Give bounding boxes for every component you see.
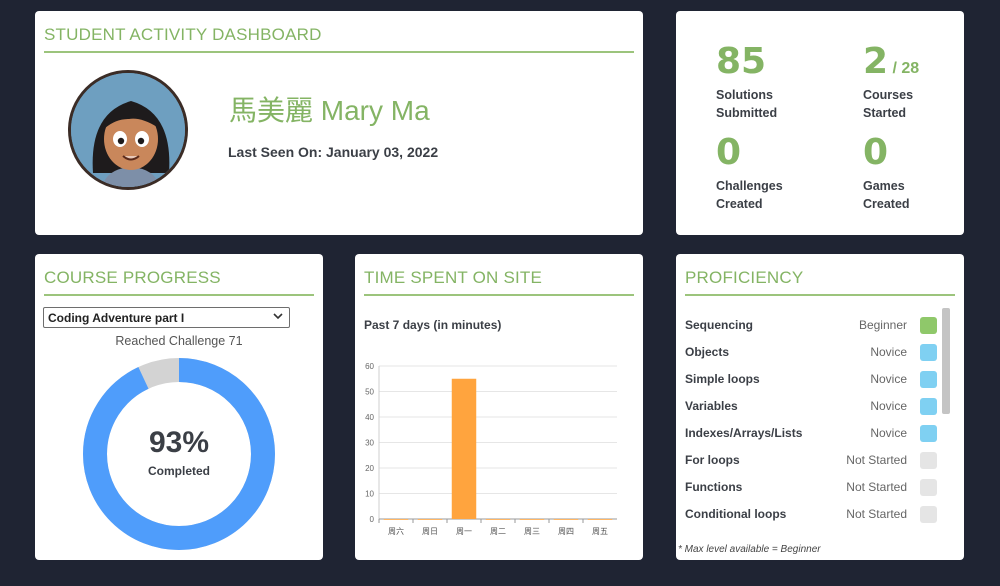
max-level-note: * Max level available = Beginner — [678, 544, 821, 555]
bar — [587, 519, 613, 520]
proficiency-level-indicator — [920, 344, 937, 361]
student-name: 馬美麗 Mary Ma — [229, 95, 430, 126]
stat-games-created: 0 Games Created — [863, 135, 910, 213]
bar — [417, 519, 443, 520]
proficiency-level: Novice — [870, 399, 907, 413]
proficiency-skill: Conditional loops — [685, 507, 787, 521]
stat-total: / 28 — [892, 60, 920, 77]
course-progress-card: COURSE PROGRESS Coding Adventure part I … — [35, 254, 323, 560]
proficiency-level: Not Started — [846, 480, 907, 494]
proficiency-skill: Functions — [685, 480, 743, 494]
stat-value: 85 — [716, 41, 767, 82]
x-tick-label: 周日 — [422, 527, 438, 536]
proficiency-level-indicator — [920, 398, 937, 415]
y-tick-label: 10 — [365, 490, 374, 499]
proficiency-level-indicator — [920, 371, 937, 388]
stat-label: Challenges — [716, 179, 783, 193]
y-tick-label: 20 — [365, 464, 374, 473]
dashboard-title: STUDENT ACTIVITY DASHBOARD — [44, 25, 634, 53]
profile-card: STUDENT ACTIVITY DASHBOARD 馬美麗 Mary Ma L… — [35, 11, 643, 235]
x-tick-label: 周三 — [524, 527, 540, 536]
proficiency-row: Objects Novice — [685, 342, 937, 362]
proficiency-level: Not Started — [846, 453, 907, 467]
proficiency-title: PROFICIENCY — [685, 268, 955, 296]
stat-label: Solutions — [716, 88, 773, 102]
stat-value: 0 — [716, 132, 742, 173]
progress-percent: 93% — [148, 426, 210, 459]
proficiency-skill: Variables — [685, 399, 738, 413]
y-tick-label: 30 — [365, 439, 374, 448]
stat-label: Created — [863, 197, 910, 211]
x-tick-label: 周一 — [456, 527, 472, 536]
proficiency-row: Simple loops Novice — [685, 369, 937, 389]
course-progress-title: COURSE PROGRESS — [44, 268, 314, 296]
x-tick-label: 周五 — [592, 527, 608, 536]
proficiency-level: Beginner — [858, 318, 907, 332]
bar — [451, 378, 477, 519]
proficiency-level: Novice — [870, 345, 907, 359]
proficiency-level: Not Started — [846, 507, 907, 521]
time-spent-title: TIME SPENT ON SITE — [364, 268, 634, 296]
proficiency-skill: For loops — [685, 453, 740, 467]
proficiency-level: Novice — [870, 372, 907, 386]
proficiency-row: Conditional loops Not Started — [685, 504, 937, 524]
x-tick-label: 周四 — [558, 527, 574, 536]
y-tick-label: 0 — [370, 515, 375, 524]
stat-value: 0 — [863, 132, 889, 173]
stat-solutions-submitted: 85 Solutions Submitted — [716, 44, 777, 122]
proficiency-row: Functions Not Started — [685, 477, 937, 497]
proficiency-row: Sequencing Beginner — [685, 315, 937, 335]
proficiency-level-indicator — [920, 425, 937, 442]
proficiency-level-indicator — [920, 452, 937, 469]
student-avatar — [68, 70, 188, 190]
y-tick-label: 40 — [365, 413, 374, 422]
stat-label: Started — [863, 106, 907, 120]
bar — [519, 519, 545, 520]
bar — [383, 519, 409, 520]
stat-label: Created — [716, 197, 763, 211]
proficiency-level-indicator — [920, 479, 937, 496]
stat-label: Games — [863, 179, 905, 193]
course-select-dropdown[interactable]: Coding Adventure part I — [43, 307, 290, 328]
progress-completed-label: Completed — [147, 464, 210, 478]
proficiency-skill: Objects — [685, 345, 730, 359]
bar — [553, 519, 579, 520]
last-seen-date: Last Seen On: January 03, 2022 — [228, 144, 439, 160]
proficiency-level-indicator — [920, 317, 937, 334]
proficiency-scrollbar[interactable] — [942, 308, 950, 414]
proficiency-skill: Indexes/Arrays/Lists — [685, 426, 803, 440]
stat-courses-started: 2 / 28 Courses Started — [863, 44, 919, 122]
proficiency-level: Novice — [870, 426, 907, 440]
avatar-illustration-icon — [71, 73, 185, 187]
proficiency-level-indicator — [920, 506, 937, 523]
stat-value: 2 — [863, 41, 889, 82]
time-spent-card: TIME SPENT ON SITE Past 7 days (in minut… — [355, 254, 643, 560]
y-tick-label: 60 — [365, 362, 374, 371]
stats-card: 85 Solutions Submitted 2 / 28 Courses St… — [676, 11, 964, 235]
stat-label: Submitted — [716, 106, 778, 120]
reached-challenge-text: Reached Challenge 71 — [115, 334, 243, 348]
proficiency-card: PROFICIENCY Sequencing Beginner Objects Nov… — [676, 254, 964, 560]
time-spent-subtitle: Past 7 days (in minutes) — [364, 318, 502, 332]
time-spent-bar-chart: 0 10 20 30 40 50 60 周六 周日 周一 周二 周三 周四 周五 — [365, 362, 617, 536]
proficiency-row: For loops Not Started — [685, 450, 937, 470]
proficiency-row: Variables Novice — [685, 396, 937, 416]
x-tick-label: 周六 — [388, 526, 404, 536]
stat-label: Courses — [863, 88, 914, 102]
x-tick-label: 周二 — [490, 527, 506, 536]
proficiency-skill: Simple loops — [685, 372, 760, 386]
course-select-value: Coding Adventure part I — [48, 311, 185, 325]
bar — [485, 519, 511, 520]
proficiency-skill: Sequencing — [685, 318, 754, 332]
stat-challenges-created: 0 Challenges Created — [716, 135, 783, 213]
proficiency-row: Indexes/Arrays/Lists Novice — [685, 423, 937, 443]
y-tick-label: 50 — [365, 388, 374, 397]
chevron-down-icon — [273, 309, 283, 326]
